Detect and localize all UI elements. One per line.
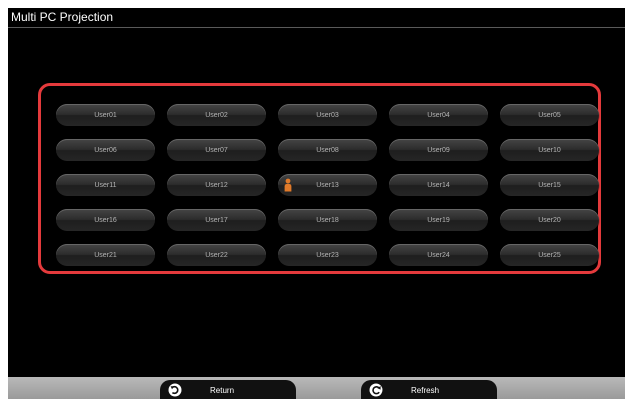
user-button[interactable]: User17 xyxy=(167,209,266,231)
user-button[interactable]: User19 xyxy=(389,209,488,231)
user-button[interactable]: User15 xyxy=(500,174,599,196)
user-button-label: User22 xyxy=(205,251,228,259)
multi-pc-projection-window: Multi PC Projection User01 User02 User03 Us… xyxy=(8,8,625,399)
return-button[interactable]: Return xyxy=(160,380,296,399)
user-button[interactable]: User11 xyxy=(56,174,155,196)
refresh-icon xyxy=(369,383,383,397)
user-button[interactable]: User21 xyxy=(56,244,155,266)
user-button-label: User19 xyxy=(427,216,450,224)
refresh-button-label: Refresh xyxy=(411,385,440,395)
window-title: Multi PC Projection xyxy=(11,10,114,24)
title-bar: Multi PC Projection xyxy=(8,8,625,28)
user-button-label: User20 xyxy=(538,216,561,224)
user-button[interactable]: User06 xyxy=(56,139,155,161)
user-button[interactable]: User02 xyxy=(167,104,266,126)
user-button-label: User01 xyxy=(94,111,117,119)
user-button[interactable]: User03 xyxy=(278,104,377,126)
user-button[interactable]: User08 xyxy=(278,139,377,161)
return-icon xyxy=(168,383,182,397)
user-button-label: User06 xyxy=(94,146,117,154)
user-button-label: User15 xyxy=(538,181,561,189)
user-button[interactable]: User25 xyxy=(500,244,599,266)
user-button[interactable]: User22 xyxy=(167,244,266,266)
user-button-label: User04 xyxy=(427,111,450,119)
user-button-label: User02 xyxy=(205,111,228,119)
user-button[interactable]: User14 xyxy=(389,174,488,196)
user-button[interactable]: User12 xyxy=(167,174,266,196)
user-button-label: User12 xyxy=(205,181,228,189)
refresh-button[interactable]: Refresh xyxy=(361,380,497,399)
user-button-grid: User01 User02 User03 User04 User05 User06 User… xyxy=(56,104,599,266)
user-button-label: User13 xyxy=(316,181,339,189)
user-button[interactable]: User09 xyxy=(389,139,488,161)
user-button-label: User10 xyxy=(538,146,561,154)
user-button-label: User24 xyxy=(427,251,450,259)
user-button[interactable]: User24 xyxy=(389,244,488,266)
user-button-label: User23 xyxy=(316,251,339,259)
user-button-label: User18 xyxy=(316,216,339,224)
user-button-label: User14 xyxy=(427,181,450,189)
return-button-label: Return xyxy=(210,385,235,395)
user-button[interactable]: User04 xyxy=(389,104,488,126)
user-button[interactable]: User16 xyxy=(56,209,155,231)
user-button-label: User03 xyxy=(316,111,339,119)
user-button[interactable]: User05 xyxy=(500,104,599,126)
user-button[interactable]: User01 xyxy=(56,104,155,126)
user-button-label: User17 xyxy=(205,216,228,224)
user-button-label: User05 xyxy=(538,111,561,119)
presenter-person-icon xyxy=(284,178,292,192)
user-button-label: User08 xyxy=(316,146,339,154)
user-button-label: User16 xyxy=(94,216,117,224)
user-button-label: User07 xyxy=(205,146,228,154)
user-button[interactable]: User10 xyxy=(500,139,599,161)
user-button-label: User21 xyxy=(94,251,117,259)
user-button[interactable]: User13 xyxy=(278,174,377,196)
user-button-label: User11 xyxy=(94,181,117,189)
user-button-label: User09 xyxy=(427,146,450,154)
user-button-label: User25 xyxy=(538,251,561,259)
user-button[interactable]: User20 xyxy=(500,209,599,231)
user-button[interactable]: User18 xyxy=(278,209,377,231)
user-button[interactable]: User23 xyxy=(278,244,377,266)
bottom-toolbar: Return Refresh xyxy=(8,377,625,399)
user-button[interactable]: User07 xyxy=(167,139,266,161)
